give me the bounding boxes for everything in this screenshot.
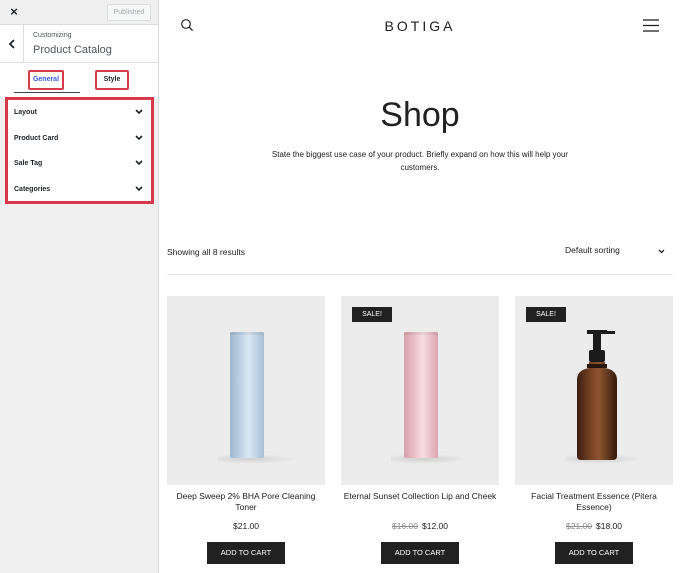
chevron-left-icon [8,39,15,49]
sale-badge: SALE! [352,307,392,322]
page-description: State the biggest use case of your produ… [271,150,569,172]
hamburger-menu-icon[interactable] [643,19,659,32]
tab-style[interactable]: Style [95,70,129,90]
page-title: Shop [380,96,460,134]
chevron-down-icon [135,134,143,140]
customizer-tabs: General Style [0,63,158,97]
section-layout[interactable]: Layout [8,100,151,126]
product-card: Deep Sweep 2% BHA Pore Cleaning Toner $2… [167,296,325,564]
add-to-cart-button[interactable]: ADD TO CART [207,542,285,564]
close-customizer-button[interactable]: × [7,5,21,19]
published-button[interactable]: Published [107,4,151,21]
section-sale-tag[interactable]: Sale Tag [8,151,151,177]
product-name[interactable]: Deep Sweep 2% BHA Pore Cleaning Toner [167,491,325,513]
chevron-down-icon [135,185,143,191]
section-label: Categories [14,185,51,193]
blue-bottle [230,332,264,458]
current-price: $21.00 [233,521,259,531]
product-image-blue-bottle[interactable] [167,296,325,485]
customizer-section-title: Customizing Product Catalog [0,25,158,63]
results-count: Showing all 8 results [167,247,245,257]
section-label: Product Card [14,134,59,142]
section-categories[interactable]: Categories [8,177,151,203]
bottle-cap [230,332,264,335]
back-button[interactable] [0,25,24,63]
product-card: SALE! Eternal Sunset Collection Lip and … [341,296,499,564]
current-price: $18.00 [596,521,622,531]
product-name[interactable]: Eternal Sunset Collection Lip and Cheek [341,491,499,513]
original-price: $16.00 [392,521,418,531]
chevron-down-icon [135,160,143,166]
chevron-down-icon [658,249,665,254]
product-price: $21.00 $18.00 [515,521,673,531]
add-to-cart-button[interactable]: ADD TO CART [381,542,459,564]
breadcrumb-label: Customizing [33,32,72,39]
section-title: Product Catalog [33,44,112,56]
current-price: $12.00 [422,521,448,531]
customizer-sidebar: × Published Customizing Product Catalog … [0,0,159,573]
product-price: $16.00 $12.00 [341,521,499,531]
product-image-pink-bottle[interactable]: SALE! [341,296,499,485]
divider [167,274,673,275]
pink-bottle [404,332,438,458]
bottle-cap [404,332,438,335]
product-name[interactable]: Facial Treatment Essence (Pitera Essence… [515,491,673,513]
amber-pump-bottle [577,330,617,460]
sorting-select[interactable]: Default sorting [565,245,665,259]
product-price: $21.00 [167,521,325,531]
product-image-amber-pump-bottle[interactable]: SALE! [515,296,673,485]
settings-panel: Layout Product Card Sale Tag Categories [5,97,154,204]
section-product-card[interactable]: Product Card [8,126,151,152]
customizer-header: × Published [0,0,158,25]
chevron-down-icon [135,109,143,115]
original-price: $21.00 [566,521,592,531]
active-tab-underline [14,92,80,93]
add-to-cart-button[interactable]: ADD TO CART [555,542,633,564]
site-preview: BOTIGA Shop State the biggest use case o… [160,0,680,573]
sale-badge: SALE! [526,307,566,322]
product-card: SALE! Facial Treatment Essence (Pitera E… [515,296,673,564]
sorting-value: Default sorting [565,245,620,255]
section-label: Layout [14,109,37,117]
tab-general[interactable]: General [28,70,64,90]
site-logo[interactable]: BOTIGA [160,18,680,34]
section-label: Sale Tag [14,160,43,168]
